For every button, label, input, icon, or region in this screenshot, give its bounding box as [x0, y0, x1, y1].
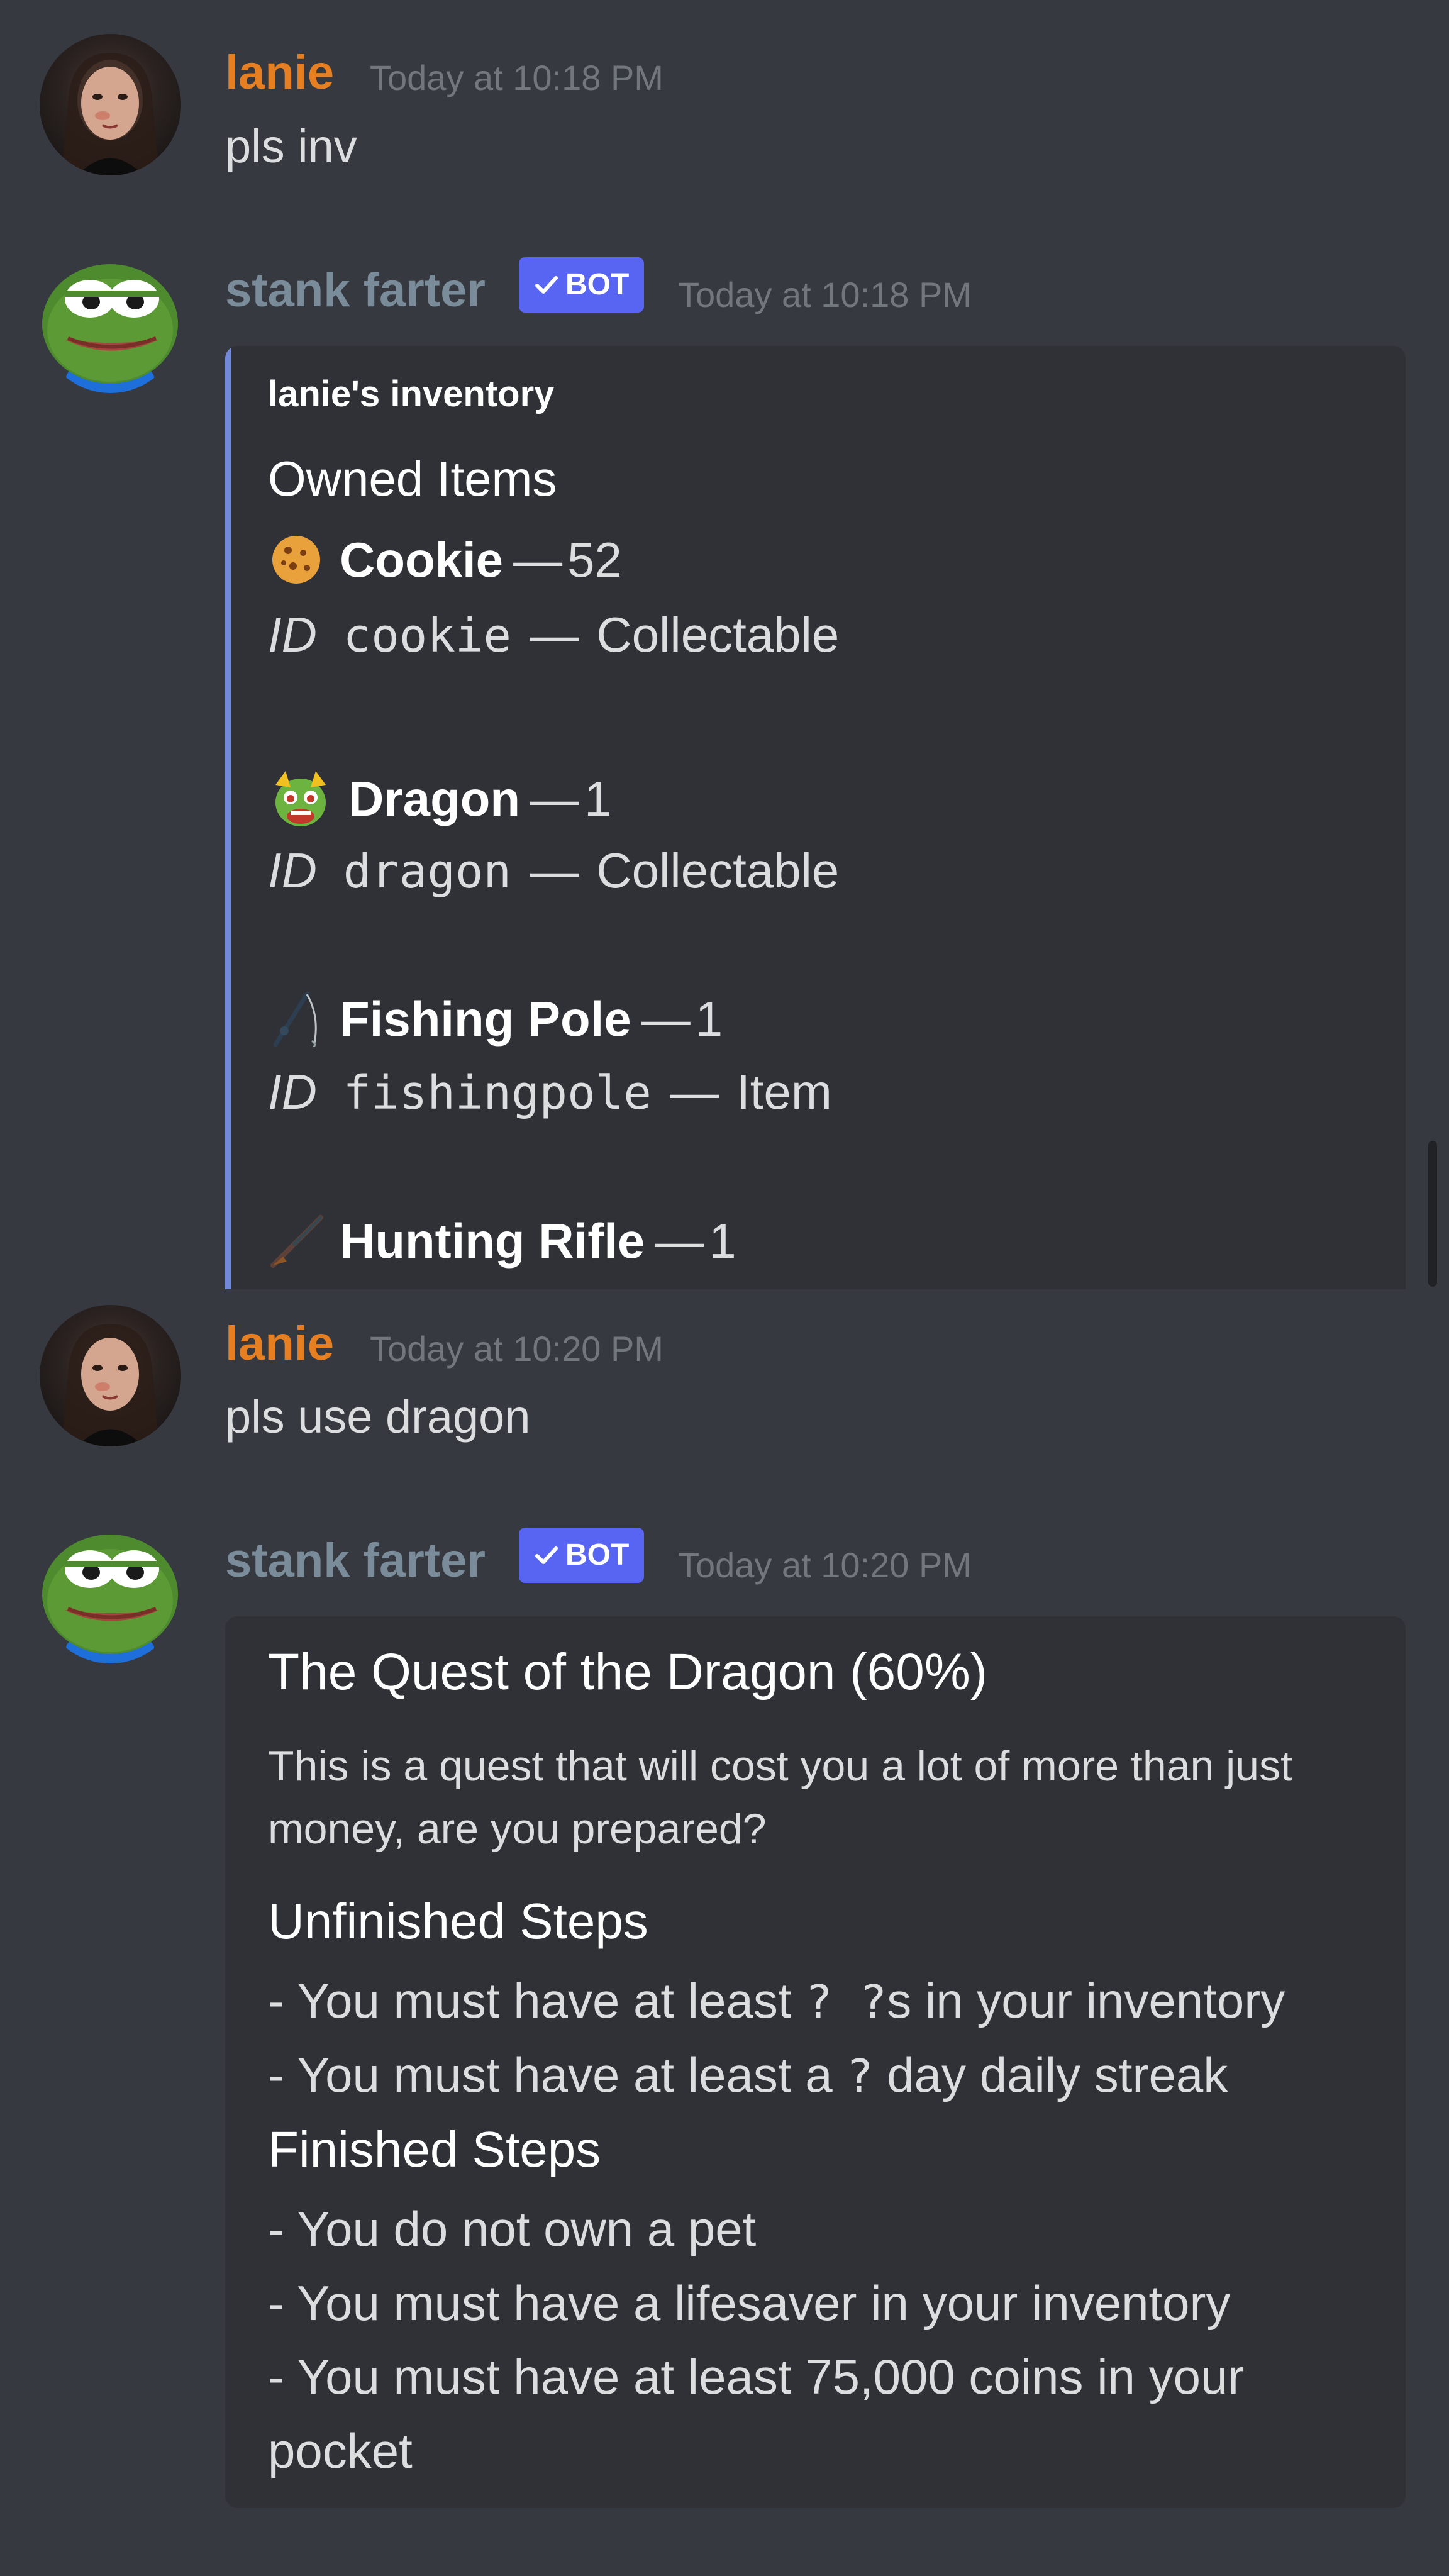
item-id: cookie — [343, 609, 511, 663]
item-type: Item — [736, 1064, 832, 1119]
step-text: s in your inventory — [887, 1973, 1285, 2028]
checkmark-icon — [535, 276, 558, 294]
inventory-item: Hunting Rifle — 1 — [268, 1213, 736, 1269]
item-count: 1 — [695, 991, 723, 1046]
item-id: dragon — [343, 845, 511, 899]
item-id-line: ID cookie — Collectable — [268, 610, 839, 659]
fishing-pole-icon — [268, 991, 325, 1048]
item-id-line: ID dragon — Collectable — [268, 846, 839, 895]
inventory-item: Cookie — 52 — [268, 531, 622, 588]
item-name: Hunting Rifle — [340, 1213, 645, 1269]
hunting-rifle-icon — [268, 1213, 325, 1269]
item-name: Dragon — [348, 771, 520, 826]
embed-accent-bar — [225, 346, 231, 1289]
id-prefix: ID — [268, 1064, 317, 1119]
message-timestamp: Today at 10:18 PM — [678, 275, 972, 314]
inventory-embed: lanie's inventory Owned Items Cookie — 5… — [225, 346, 1406, 1289]
item-count: 1 — [709, 1213, 736, 1269]
item-name: Cookie — [340, 532, 504, 587]
message-timestamp: Today at 10:18 PM — [370, 58, 663, 97]
message-author[interactable]: lanie — [225, 49, 334, 97]
message-author[interactable]: lanie — [225, 1320, 334, 1368]
message-author[interactable]: stank farter — [225, 267, 486, 314]
pepe-frog-icon — [42, 264, 178, 393]
bot-badge: BOT — [519, 257, 645, 313]
item-separator: — — [530, 771, 579, 826]
step-text: day daily streak — [873, 2047, 1228, 2102]
badge-label: BOT — [565, 1538, 630, 1572]
item-separator: — — [670, 1064, 719, 1119]
item-count: 52 — [567, 532, 622, 587]
message-timestamp: Today at 10:20 PM — [678, 1545, 972, 1585]
inventory-item: Dragon — 1 — [268, 766, 611, 831]
item-separator: — — [513, 532, 563, 587]
finished-step: - You must have a lifesaver in your inve… — [268, 2275, 1231, 2331]
user-avatar[interactable] — [40, 34, 181, 175]
item-count: 1 — [584, 771, 612, 826]
id-prefix: ID — [268, 607, 317, 662]
bot-avatar[interactable] — [40, 252, 181, 393]
item-separator: — — [530, 607, 579, 662]
bot-avatar[interactable] — [40, 1522, 181, 1663]
cookie-icon — [268, 531, 325, 588]
id-prefix: ID — [268, 843, 317, 898]
checkmark-icon — [535, 1546, 558, 1564]
item-type: Collectable — [596, 843, 840, 898]
message-author[interactable]: stank farter — [225, 1537, 486, 1585]
bot-badge: BOT — [519, 1528, 645, 1583]
item-separator: — — [530, 843, 579, 898]
item-separator: — — [655, 1213, 704, 1269]
item-name: Fishing Pole — [340, 991, 631, 1046]
message-text: pls inv — [225, 120, 357, 172]
unfinished-steps-title: Unfinished Steps — [268, 1893, 648, 1949]
badge-label: BOT — [565, 268, 630, 301]
step-text: - You must have at least — [268, 1973, 806, 2028]
quest-embed: The Quest of the Dragon (60%) This is a … — [225, 1616, 1406, 2508]
embed-title: The Quest of the Dragon (60%) — [268, 1643, 988, 1701]
item-id-line: ID fishingpole — Item — [268, 1067, 832, 1116]
embed-field-title: Owned Items — [268, 451, 557, 506]
finished-step: - You must have at least 75,000 coins in… — [268, 2349, 1245, 2404]
unfinished-step: - You must have at least ? ?s in your in… — [268, 1976, 1285, 2025]
item-type: Collectable — [596, 607, 840, 662]
lanie-avatar-icon — [62, 53, 159, 175]
message-timestamp: Today at 10:20 PM — [370, 1329, 663, 1368]
pepe-frog-icon — [42, 1535, 178, 1663]
message-text: pls use dragon — [225, 1391, 531, 1443]
unfinished-step: - You must have at least a ? day daily s… — [268, 2050, 1228, 2099]
finished-step: pocket — [268, 2423, 413, 2479]
dragon-icon — [268, 766, 333, 831]
finished-steps-title: Finished Steps — [268, 2121, 601, 2177]
item-id: fishingpole — [343, 1066, 652, 1120]
user-avatar[interactable] — [40, 1305, 181, 1446]
finished-step: - You do not own a pet — [268, 2201, 757, 2257]
embed-author: lanie's inventory — [268, 374, 555, 414]
step-code: ? — [846, 2050, 874, 2102]
step-code: ? ? — [805, 1975, 887, 2028]
step-text: - You must have at least a — [268, 2047, 847, 2102]
embed-scrollbar[interactable] — [1428, 1141, 1437, 1287]
lanie-avatar-icon — [62, 1324, 159, 1446]
embed-description: This is a quest that will cost you a lot… — [268, 1742, 1292, 1853]
item-separator: — — [641, 991, 691, 1046]
inventory-item: Fishing Pole — 1 — [268, 991, 723, 1048]
